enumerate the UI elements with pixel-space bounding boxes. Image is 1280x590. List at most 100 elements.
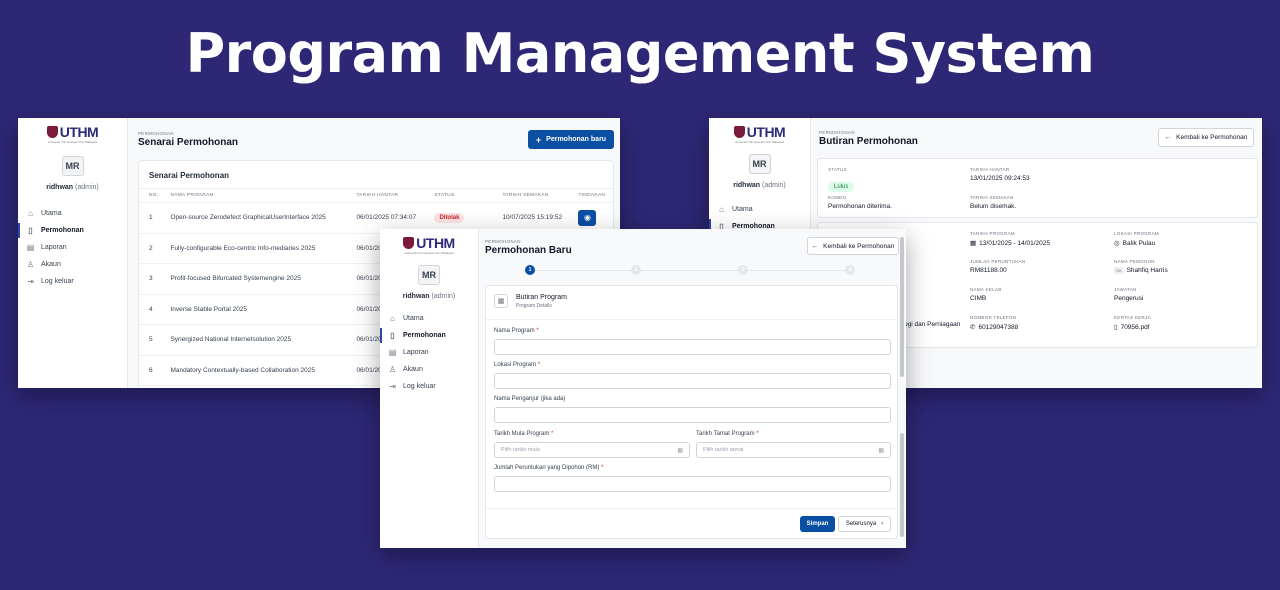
crest-icon: [733, 126, 745, 138]
chevron-right-icon: ›: [881, 521, 884, 527]
calendar-icon: ▦: [878, 447, 884, 454]
calendar-icon: ▦: [970, 240, 977, 247]
start-date-input[interactable]: Pilih tarikh mula ▦: [494, 442, 690, 458]
document-icon: ▯: [390, 331, 395, 340]
user-name: ridhwan (admin): [46, 184, 99, 191]
crest-icon: [403, 237, 415, 249]
paper-field: KERTAS KERJA ▯ 70956.pdf: [1114, 315, 1151, 331]
avatar: MR: [418, 265, 440, 285]
status-badge: Lulus: [828, 182, 855, 192]
report-icon: ▤: [26, 243, 35, 252]
organizer-input[interactable]: [494, 407, 891, 423]
home-icon: ⌂: [719, 205, 724, 214]
scrollbar[interactable]: [900, 237, 904, 377]
amount-input[interactable]: [494, 476, 891, 492]
logo-text: UTHM: [416, 235, 455, 251]
save-button[interactable]: Simpan: [800, 516, 835, 532]
scrollbar[interactable]: [900, 433, 904, 537]
sidebar-item-laporan[interactable]: ▤Laporan: [380, 344, 478, 361]
page-header: PERMOHONAN Permohonan Baru: [485, 239, 572, 256]
sidebar-item-permohonan[interactable]: ▯ Permohonan: [380, 327, 478, 344]
location-pin-icon: ◎: [1114, 240, 1120, 247]
eye-icon: ◉: [583, 213, 591, 223]
sent-date-field: TARIKH HANTAR 13/01/2025 09:24:53: [970, 167, 1030, 182]
sidebar-item-utama[interactable]: ⌂ Utama: [18, 205, 127, 222]
card-title: Senarai Permohonan: [139, 161, 613, 189]
breadcrumb: PERMOHONAN: [485, 239, 521, 244]
next-button[interactable]: Seterusnya ›: [838, 516, 891, 532]
sidebar: UTHM Universiti Tun Hussein Onn Malaysia…: [18, 118, 128, 388]
phone-icon: ✆: [970, 324, 976, 331]
logout-icon: ⇥: [27, 277, 34, 286]
sidebar-nav: ⌂ Utama ▯ Permohonan ▤ Laporan ♙ Akaun ⇥ Log …: [18, 205, 127, 290]
sidebar-item-laporan[interactable]: ▤Laporan: [18, 239, 127, 256]
page-title: Senarai Permohonan: [138, 137, 239, 148]
program-form-card: ▦ Butiran Program Program Details Nama P…: [485, 285, 898, 539]
amount-field: JUMLAH PERUNTUKAN RM81188.00: [970, 259, 1026, 274]
stepper: 1 2 3 4: [525, 265, 855, 275]
comment-field: KOMEN Permohonan diterima.: [828, 195, 892, 210]
step-4[interactable]: 4: [845, 265, 855, 275]
sidebar-item-logout[interactable]: ⇥ Log keluar: [18, 273, 127, 290]
plus-icon: +: [535, 134, 542, 145]
logo-subtitle: Universiti Tun Hussein Onn Malaysia: [404, 251, 454, 255]
page-title: Butiran Permohonan: [819, 136, 918, 147]
page-header: PERMOHONAN Senarai Permohonan: [138, 131, 238, 148]
breadcrumb: PERMOHONAN: [138, 131, 174, 136]
table-header: NO. NAMA PROGRAM TARIKH HANTAR STATUS TA…: [139, 189, 613, 203]
start-date-label: Tarikh Mula Program *: [494, 431, 554, 437]
logo-text: UTHM: [59, 124, 99, 140]
logo-text: UTHM: [746, 124, 786, 140]
logo: UTHM: [380, 229, 478, 251]
end-date-label: Tarikh Tamat Program *: [696, 431, 759, 437]
logo-subtitle: Universiti Tun Hussein Onn Malaysia: [47, 140, 98, 144]
sidebar-item-permohonan[interactable]: ▯ Permohonan: [18, 222, 127, 239]
step-2[interactable]: 2: [631, 265, 641, 275]
program-location-input[interactable]: [494, 373, 891, 389]
page-header: PERMOHONAN Butiran Permohonan: [819, 130, 918, 147]
arrow-left-icon: ←: [811, 242, 819, 250]
sidebar-item-logout[interactable]: ⇥ Log keluar: [380, 378, 478, 395]
file-icon: ▯: [1114, 324, 1118, 331]
organizer-label: Nama Penganjur (jika ada): [494, 396, 566, 402]
hero-title: Program Management System: [185, 22, 1095, 85]
club-field: NAMA KELAB CIMB: [970, 287, 1002, 302]
arrow-left-icon: ←: [1164, 134, 1172, 141]
sidebar-item-utama[interactable]: ⌂ Utama: [709, 201, 810, 218]
sidebar-item-akaun[interactable]: ♙ Akaun: [18, 256, 127, 273]
program-name-input[interactable]: [494, 339, 891, 355]
crest-icon: [46, 126, 58, 138]
new-application-button[interactable]: + Permohonan baru: [528, 130, 614, 149]
back-button[interactable]: ← Kembali ke Permohonan: [807, 237, 899, 255]
avatar: MR: [61, 156, 84, 176]
page-title: Permohonan Baru: [485, 245, 572, 256]
document-icon: ▯: [28, 226, 33, 235]
status-badge: Ditolak: [434, 213, 465, 224]
screenshot-form: UTHM Universiti Tun Hussein Onn Malaysia…: [380, 229, 906, 548]
phone-field: NOMBOR TELEFON ✆ 60129047388: [970, 315, 1019, 331]
sidebar-item-utama[interactable]: ⌂ Utama: [380, 310, 478, 327]
calendar-icon: ▦: [494, 294, 508, 308]
step-1[interactable]: 1: [525, 265, 535, 275]
step-3[interactable]: 3: [738, 265, 748, 275]
applicant-avatar: SH: [1114, 267, 1124, 274]
sidebar-nav: ⌂ Utama ▯ Permohonan ▤ Laporan ♙ Akaun ⇥ Log …: [380, 310, 478, 395]
sidebar-item-akaun[interactable]: ♙ Akaun: [380, 361, 478, 378]
review-date-field: TARIKH SEMAKAN Belum disemak.: [970, 195, 1017, 210]
main-content: PERMOHONAN Permohonan Baru ← Kembali ke P…: [479, 229, 906, 548]
end-date-input[interactable]: Pilih tarikh tamat ▦: [696, 442, 891, 458]
back-button[interactable]: ← Kembali ke Permohonan: [1158, 128, 1254, 147]
logo: UTHM: [709, 118, 810, 140]
program-location-label: Lokasi Program *: [494, 362, 541, 368]
partial-value: ogi dan Perniagaan: [904, 321, 961, 328]
view-button[interactable]: ◉: [578, 209, 597, 226]
sidebar: UTHM Universiti Tun Hussein Onn Malaysia…: [380, 229, 479, 548]
logo-subtitle: Universiti Tun Hussein Onn Malaysia: [734, 140, 785, 144]
user-name: ridhwan (admin): [402, 293, 456, 300]
status-card: STATUS Lulus TARIKH HANTAR 13/01/2025 09…: [817, 158, 1258, 218]
calendar-icon: ▦: [677, 447, 683, 454]
applicant-field: NAMA PEMOHON SH Shahfiq Harris: [1114, 259, 1168, 274]
user-icon: ♙: [26, 260, 35, 269]
program-date-field: TARIKH PROGRAM ▦ 13/01/2025 - 14/01/2025: [970, 231, 1050, 247]
section-header: Butiran Program Program Details: [516, 294, 567, 309]
